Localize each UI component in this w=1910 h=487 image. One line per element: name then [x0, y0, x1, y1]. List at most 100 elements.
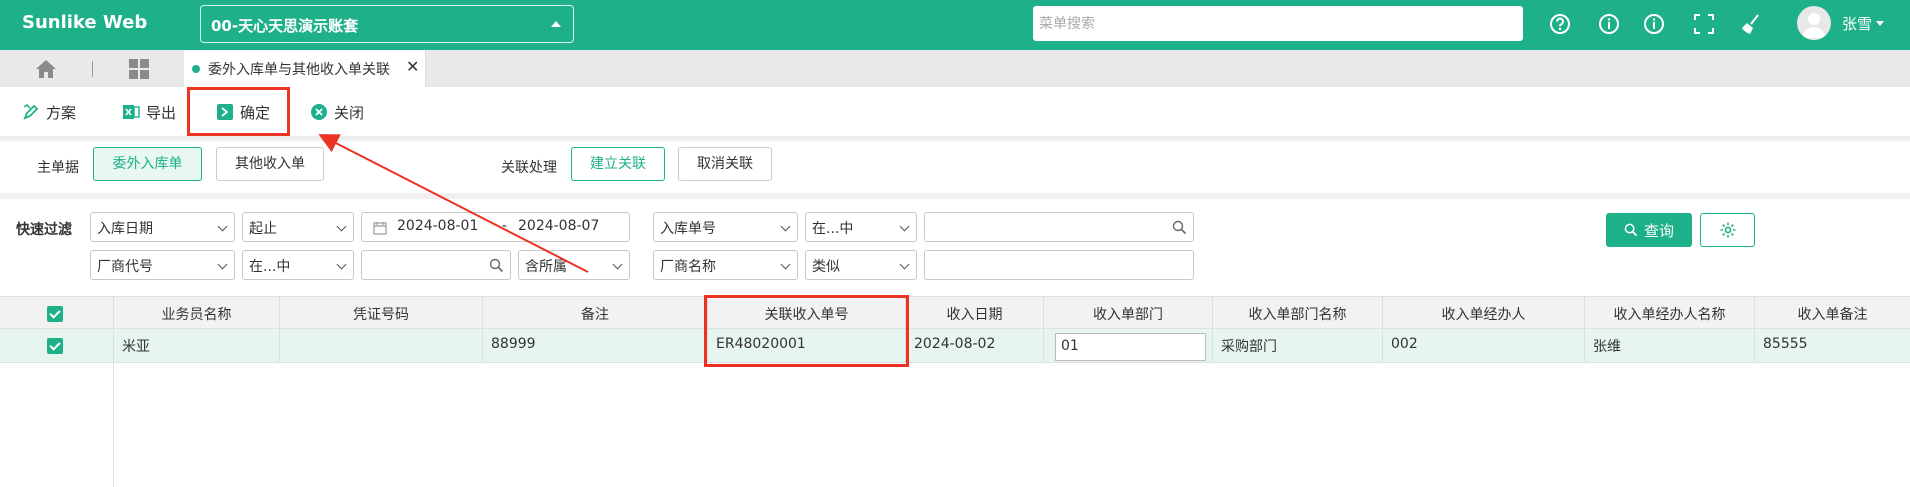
- master-other-income-button[interactable]: 其他收入单: [216, 147, 324, 181]
- account-select-value: 00-天心天思演示账套: [211, 17, 359, 35]
- gear-icon: [1720, 222, 1735, 238]
- export-label: 导出: [146, 103, 177, 122]
- filter-field-select-2[interactable]: 入库单号: [653, 212, 798, 242]
- chevron-down-icon: [217, 221, 228, 232]
- filter-operator-select[interactable]: 起止: [242, 212, 354, 242]
- quick-filter-label: 快速过滤: [16, 222, 72, 238]
- chevron-down-icon: [899, 221, 910, 232]
- select-all-cell[interactable]: [0, 297, 114, 328]
- chevron-down-icon: [217, 259, 228, 270]
- active-dot-icon: [192, 65, 200, 73]
- scheme-button[interactable]: 方案: [22, 101, 76, 123]
- cell-voucher-no[interactable]: [280, 329, 483, 362]
- scope-select[interactable]: 含所属: [518, 250, 630, 280]
- close-label: 关闭: [334, 103, 365, 122]
- info-icon[interactable]: [1596, 11, 1622, 37]
- scope-value: 含所属: [525, 259, 567, 275]
- income-dept-input[interactable]: 01: [1055, 333, 1206, 361]
- chevron-down-icon: [336, 259, 347, 270]
- query-button[interactable]: 查询: [1606, 213, 1692, 247]
- filter-field-value: 厂商名称: [660, 259, 716, 275]
- chevron-down-icon: [612, 259, 623, 270]
- export-button[interactable]: 导出: [122, 101, 176, 123]
- brand-logo: Sunlike Web: [22, 12, 148, 33]
- avatar[interactable]: [1797, 6, 1831, 40]
- excel-icon: [123, 105, 140, 119]
- close-button[interactable]: 关闭: [310, 101, 364, 123]
- table-row[interactable]: 米亚 88999 ER48020001 2024-08-02 采购部门 002 …: [0, 329, 1910, 363]
- filter-operator-select-3[interactable]: 在...中: [242, 250, 354, 280]
- filter-operator-select-4[interactable]: 类似: [805, 250, 917, 280]
- chevron-down-icon: [899, 259, 910, 270]
- filter-operator-value: 起止: [249, 221, 277, 237]
- tab-linking[interactable]: 委外入库单与其他收入单关联 ✕: [184, 50, 426, 87]
- col-header[interactable]: 业务员名称: [114, 297, 280, 328]
- pencil-ruler-icon: [23, 103, 39, 120]
- col-header[interactable]: 收入单经办人名称: [1585, 297, 1755, 328]
- filter-field-select-3[interactable]: 厂商代号: [90, 250, 235, 280]
- info-icon[interactable]: [1641, 11, 1667, 37]
- filter-operator-select-2[interactable]: 在...中: [805, 212, 917, 242]
- query-label: 查询: [1643, 221, 1674, 240]
- cell-remark[interactable]: 88999: [483, 329, 708, 362]
- filter-settings-button[interactable]: [1700, 213, 1755, 247]
- date-range-input[interactable]: 2024-08-01 - 2024-08-07: [361, 212, 630, 242]
- vendor-name-input[interactable]: [924, 250, 1194, 280]
- menu-search-input[interactable]: [1033, 6, 1523, 41]
- col-header[interactable]: 收入日期: [906, 297, 1044, 328]
- strip-shadow: [0, 137, 1910, 143]
- cell-income-remark[interactable]: 85555: [1755, 329, 1910, 362]
- fullscreen-icon[interactable]: [1691, 11, 1717, 37]
- filter-operator-value: 在...中: [249, 259, 291, 275]
- cell-income-dept-name[interactable]: 采购部门: [1213, 329, 1383, 362]
- home-icon[interactable]: [34, 58, 58, 80]
- vendor-code-input[interactable]: [361, 250, 511, 280]
- search-icon: [1624, 223, 1638, 237]
- col-header[interactable]: 备注: [483, 297, 708, 328]
- col-header[interactable]: 收入单备注: [1755, 297, 1910, 328]
- cell-salesperson[interactable]: 米亚: [114, 329, 280, 362]
- highlight-box-column: [704, 295, 909, 367]
- row-select-cell[interactable]: [0, 329, 114, 362]
- apps-grid-icon[interactable]: [128, 58, 150, 80]
- grid-header: 业务员名称 凭证号码 备注 关联收入单号 收入日期 收入单部门 收入单部门名称 …: [0, 296, 1910, 329]
- user-name[interactable]: 张雪: [1842, 13, 1872, 34]
- filter-field-value: 入库日期: [97, 221, 153, 237]
- grid-row-gutter: [0, 363, 114, 487]
- account-select[interactable]: 00-天心天思演示账套: [200, 5, 574, 43]
- cell-handler-name[interactable]: 张维: [1585, 329, 1755, 362]
- close-icon[interactable]: ✕: [406, 57, 419, 76]
- filter-field-select-4[interactable]: 厂商名称: [653, 250, 798, 280]
- search-icon[interactable]: [1172, 220, 1187, 235]
- user-icon: [1802, 13, 1826, 38]
- cell-handler[interactable]: 002: [1383, 329, 1585, 362]
- link-label: 关联处理: [501, 160, 557, 176]
- cell-income-date[interactable]: 2024-08-02: [906, 329, 1044, 362]
- chevron-down-icon: [780, 259, 791, 270]
- cancel-link-button[interactable]: 取消关联: [678, 147, 772, 181]
- section-divider: [0, 193, 1910, 199]
- master-label: 主单据: [37, 160, 79, 176]
- highlight-box-confirm: [187, 87, 290, 136]
- filter-field-select[interactable]: 入库日期: [90, 212, 235, 242]
- col-header[interactable]: 凭证号码: [280, 297, 483, 328]
- search-icon[interactable]: [489, 258, 504, 273]
- create-link-button[interactable]: 建立关联: [571, 147, 665, 181]
- master-outsourced-button[interactable]: 委外入库单: [93, 147, 202, 181]
- row-checkbox[interactable]: [47, 338, 63, 354]
- calendar-icon: [373, 222, 387, 235]
- scheme-label: 方案: [46, 103, 77, 122]
- select-all-checkbox[interactable]: [47, 306, 63, 322]
- filter-operator-value: 类似: [812, 259, 840, 275]
- date-from: 2024-08-01: [397, 218, 479, 234]
- col-header[interactable]: 收入单部门: [1044, 297, 1213, 328]
- receipt-no-input[interactable]: [924, 212, 1194, 242]
- col-header[interactable]: 收入单部门名称: [1213, 297, 1383, 328]
- filter-field-value: 厂商代号: [97, 259, 153, 275]
- date-to: 2024-08-07: [518, 218, 600, 234]
- caret-down-icon[interactable]: [1876, 21, 1884, 26]
- col-header[interactable]: 收入单经办人: [1383, 297, 1585, 328]
- help-icon[interactable]: [1547, 11, 1573, 37]
- tab-label: 委外入库单与其他收入单关联: [208, 62, 390, 78]
- broom-icon[interactable]: [1738, 11, 1764, 37]
